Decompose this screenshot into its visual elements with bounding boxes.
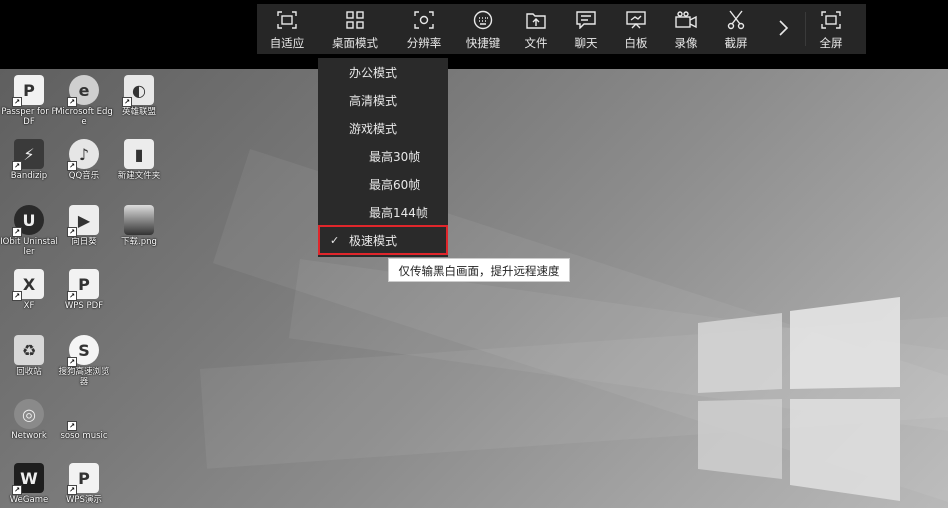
desktop-icon-sunflower[interactable]: ▶ ↗ 向日葵 xyxy=(55,205,113,247)
wps-pdf-icon: P ↗ xyxy=(67,269,99,301)
iobit-uninstaller-icon: U ↗ xyxy=(12,205,44,237)
desktop-icon-network[interactable]: ◎ Network xyxy=(0,399,58,441)
menu-item-office-mode[interactable]: 办公模式 xyxy=(318,61,448,85)
menu-item-max-30fps[interactable]: 最高30帧 xyxy=(318,145,448,169)
toolbar-resolution-button[interactable]: 分辨率 xyxy=(393,4,455,54)
desktop-icon-passper[interactable]: P ↗ Passper for PDF xyxy=(0,75,58,127)
wps-presentation-icon: P ↗ xyxy=(67,463,99,495)
selected-item-highlight xyxy=(318,225,448,255)
image-file-icon xyxy=(124,205,154,235)
fullscreen-icon xyxy=(820,10,842,30)
menu-item-max-144fps[interactable]: 最高144帧 xyxy=(318,201,448,225)
scissors-icon xyxy=(725,10,747,30)
toolbar-file-button[interactable]: 文件 xyxy=(511,4,561,54)
desktop-icon-bandizip[interactable]: ⚡ ↗ Bandizip xyxy=(0,139,58,181)
bandizip-icon: ⚡ ↗ xyxy=(12,139,44,171)
desktop-icon-new-folder[interactable]: ▮ 新建文件夹 xyxy=(110,139,168,181)
recycle-bin-icon: ♻ xyxy=(14,335,44,365)
windows-logo xyxy=(698,297,900,501)
desktop-icon-wps-pdf[interactable]: P ↗ WPS PDF xyxy=(55,269,113,311)
toolbar-shortcut-button[interactable]: 快捷键 xyxy=(455,4,511,54)
network-icon: ◎ xyxy=(14,399,44,429)
fit-icon xyxy=(276,10,298,30)
desktop-icon-iobit[interactable]: U ↗ IObit Uninstaller xyxy=(0,205,58,257)
desktop-icon-soso-music[interactable]: ↗ soso music xyxy=(55,399,113,441)
menu-item-hd-mode[interactable]: 高清模式 xyxy=(318,89,448,113)
turbo-mode-tooltip: 仅传输黑白画面，提升远程速度 xyxy=(388,258,570,282)
folder-icon: ▮ xyxy=(124,139,154,169)
folder-upload-icon xyxy=(525,10,547,30)
toolbar-more-button[interactable] xyxy=(761,4,805,54)
toolbar-record-button[interactable]: 录像 xyxy=(661,4,711,54)
toolbar-fit-button[interactable]: 自适应 xyxy=(257,4,317,54)
grid-icon xyxy=(344,10,366,30)
desktop-icon-xf[interactable]: X ↗ XF xyxy=(0,269,58,311)
desktop-icon-sogou-browser[interactable]: S ↗ 搜狗高速浏览器 xyxy=(55,335,113,387)
camera-icon xyxy=(675,10,697,30)
chat-icon xyxy=(575,10,597,30)
desktop-icon-wps-show[interactable]: P ↗ WPS演示 xyxy=(55,463,113,505)
menu-item-game-mode[interactable]: 游戏模式 xyxy=(318,117,448,141)
edge-icon: e ↗ xyxy=(67,75,99,107)
toolbar-chat-button[interactable]: 聊天 xyxy=(561,4,611,54)
desktop-icon-lol[interactable]: ◐ ↗ 英雄联盟 xyxy=(110,75,168,117)
desktop-icon-download-png[interactable]: 下载.png xyxy=(110,205,168,247)
passper-pdf-icon: P ↗ xyxy=(12,75,44,107)
whiteboard-icon xyxy=(625,10,647,30)
remote-control-toolbar: 自适应 桌面模式 分辨率 快捷键 文件 聊天 白板 录像 截屏 全屏 xyxy=(257,4,866,54)
resolution-icon xyxy=(413,10,435,30)
sunflower-icon: ▶ ↗ xyxy=(67,205,99,237)
keyboard-icon xyxy=(472,10,494,30)
toolbar-screenshot-button[interactable]: 截屏 xyxy=(711,4,761,54)
sogou-browser-icon: S ↗ xyxy=(67,335,99,367)
toolbar-desktop-mode-button[interactable]: 桌面模式 xyxy=(317,4,393,54)
desktop-icon-edge[interactable]: e ↗ Microsoft Edge xyxy=(55,75,113,127)
league-of-legends-icon: ◐ ↗ xyxy=(122,75,154,107)
wegame-icon: W ↗ xyxy=(12,463,44,495)
desktop-icon-qqmusic[interactable]: ♪ ↗ QQ音乐 xyxy=(55,139,113,181)
qq-music-icon: ♪ ↗ xyxy=(67,139,99,171)
xf-file-icon: X ↗ xyxy=(12,269,44,301)
chevron-right-icon xyxy=(772,18,794,38)
soso-music-icon: ↗ xyxy=(67,399,99,431)
toolbar-whiteboard-button[interactable]: 白板 xyxy=(611,4,661,54)
desktop-icon-wegame[interactable]: W ↗ WeGame xyxy=(0,463,58,505)
desktop-icon-recycle-bin[interactable]: ♻ 回收站 xyxy=(0,335,58,377)
remote-desktop[interactable]: P ↗ Passper for PDF ⚡ ↗ Bandizip U ↗ IObit … xyxy=(0,69,948,508)
menu-item-max-60fps[interactable]: 最高60帧 xyxy=(318,173,448,197)
toolbar-fullscreen-button[interactable]: 全屏 xyxy=(806,4,856,54)
